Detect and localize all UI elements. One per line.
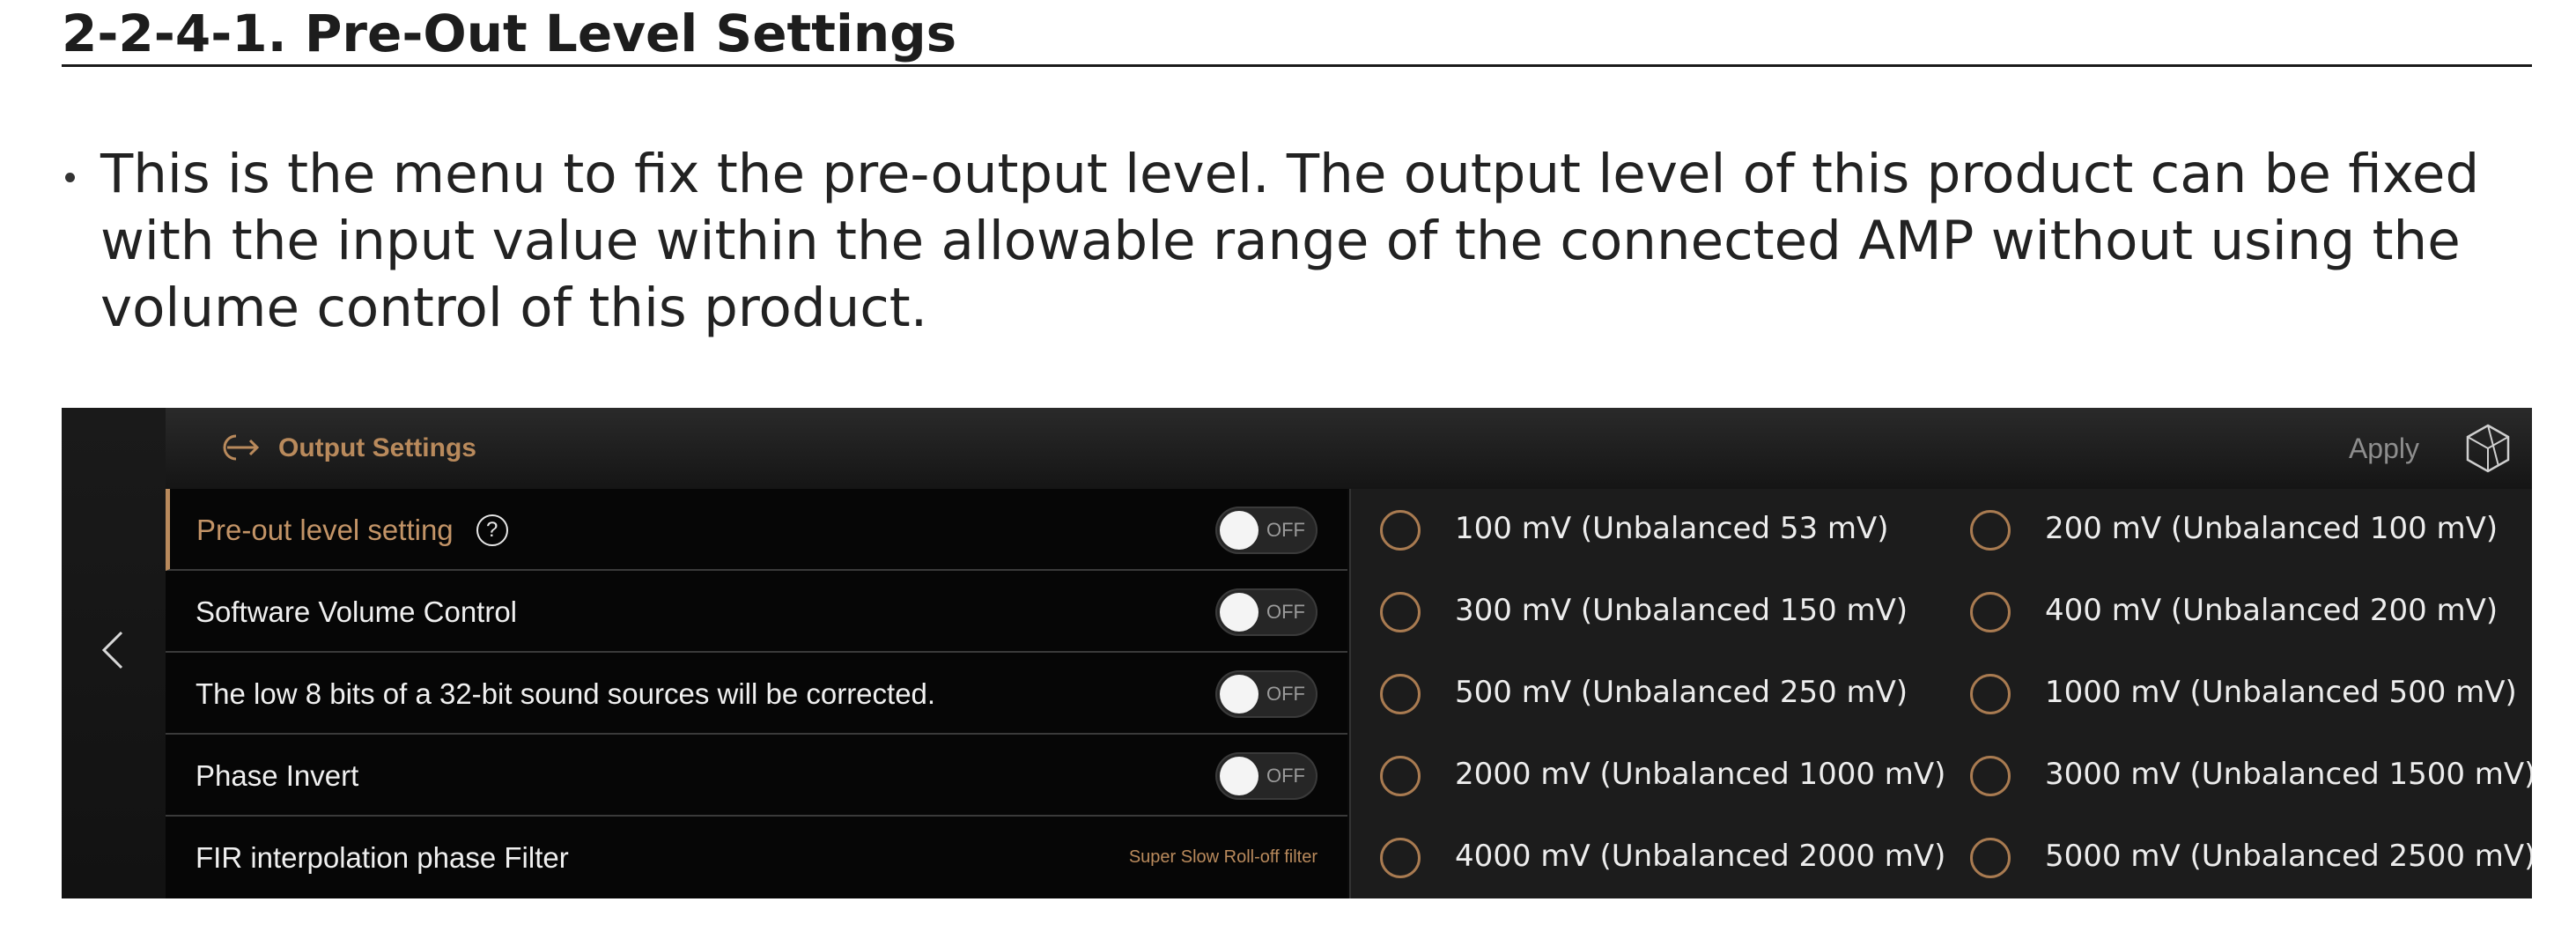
pre-out-option[interactable]: 2000 mV (Unbalanced 1000 mV) (1351, 735, 1945, 817)
toggle-state: OFF (1266, 601, 1305, 623)
option-label: 4000 mV (Unbalanced 2000 mV) (1455, 839, 1946, 874)
option-label: 5000 mV (Unbalanced 2500 mV) (2045, 839, 2532, 874)
pre-out-option[interactable]: 400 mV (Unbalanced 200 mV) (1941, 571, 2531, 653)
back-button[interactable] (92, 624, 136, 677)
setting-row-phase-invert[interactable]: Phase Invert OFF (166, 735, 1347, 817)
option-label: 2000 mV (Unbalanced 1000 mV) (1455, 757, 1946, 792)
pre-out-options-panel: 100 mV (Unbalanced 53 mV) 200 mV (Unbala… (1349, 489, 2532, 898)
option-label: 400 mV (Unbalanced 200 mV) (2045, 593, 2498, 628)
option-label: 3000 mV (Unbalanced 1500 mV) (2045, 757, 2532, 792)
header-title: Output Settings (278, 433, 476, 462)
section-heading: 2-2-4-1. Pre-Out Level Settings (62, 0, 2532, 67)
option-label: 500 mV (Unbalanced 250 mV) (1455, 675, 1908, 710)
pre-out-level-toggle[interactable]: OFF (1215, 506, 1318, 554)
bullet-dot (65, 173, 75, 182)
pre-out-option[interactable]: 100 mV (Unbalanced 53 mV) (1351, 489, 1941, 571)
setting-label: FIR interpolation phase Filter (196, 841, 569, 874)
radio-button[interactable] (1970, 756, 2011, 796)
pre-out-option[interactable]: 300 mV (Unbalanced 150 mV) (1351, 571, 1941, 653)
settings-list: Pre-out level setting? OFF Software Volu… (166, 489, 1347, 898)
setting-label: Pre-out level setting? (196, 489, 508, 571)
toggle-knob (1220, 511, 1258, 550)
pre-out-option[interactable]: 200 mV (Unbalanced 100 mV) (1941, 489, 2531, 571)
pre-out-option[interactable]: 5000 mV (Unbalanced 2500 mV) (1941, 817, 2532, 898)
phase-invert-toggle[interactable]: OFF (1215, 752, 1318, 800)
low-8-bits-toggle[interactable]: OFF (1215, 670, 1318, 718)
radio-button[interactable] (1970, 838, 2011, 878)
software-volume-toggle[interactable]: OFF (1215, 588, 1318, 636)
toggle-state: OFF (1266, 519, 1305, 541)
pre-out-option[interactable]: 3000 mV (Unbalanced 1500 mV) (1941, 735, 2532, 817)
radio-button[interactable] (1380, 838, 1421, 878)
setting-row-pre-out-level[interactable]: Pre-out level setting? OFF (166, 489, 1347, 571)
pre-out-option[interactable]: 1000 mV (Unbalanced 500 mV) (1941, 653, 2531, 735)
brand-logo-icon (2466, 424, 2510, 473)
radio-button[interactable] (1970, 674, 2011, 714)
output-arrow-icon (223, 434, 260, 461)
fir-filter-value[interactable]: Super Slow Roll-off filter (1129, 817, 1318, 898)
setting-row-software-volume[interactable]: Software Volume Control OFF (166, 571, 1347, 653)
toggle-knob (1220, 593, 1258, 632)
option-label: 300 mV (Unbalanced 150 mV) (1455, 593, 1908, 628)
setting-label: Phase Invert (196, 759, 359, 792)
toggle-state: OFF (1266, 765, 1305, 787)
radio-button[interactable] (1380, 674, 1421, 714)
setting-row-fir-filter[interactable]: FIR interpolation phase Filter Super Slo… (166, 817, 1347, 898)
setting-row-low-8-bits[interactable]: The low 8 bits of a 32-bit sound sources… (166, 653, 1347, 735)
radio-button[interactable] (1380, 756, 1421, 796)
option-label: 1000 mV (Unbalanced 500 mV) (2045, 675, 2517, 710)
help-icon[interactable]: ? (476, 514, 508, 547)
app-screenshot: Output Settings Apply Pre-out level sett… (62, 408, 2532, 898)
pre-out-option[interactable]: 500 mV (Unbalanced 250 mV) (1351, 653, 1941, 735)
option-label: 100 mV (Unbalanced 53 mV) (1455, 511, 1889, 546)
toggle-knob (1220, 675, 1258, 713)
setting-label: Software Volume Control (196, 595, 518, 628)
pre-out-option[interactable]: 4000 mV (Unbalanced 2000 mV) (1351, 817, 1945, 898)
header-bar: Output Settings Apply (166, 408, 2532, 489)
left-navigation-bar (62, 408, 166, 898)
radio-button[interactable] (1380, 592, 1421, 632)
radio-button[interactable] (1380, 510, 1421, 551)
apply-button[interactable]: Apply (2349, 408, 2419, 489)
toggle-state: OFF (1266, 683, 1305, 705)
toggle-knob (1220, 757, 1258, 795)
option-label: 200 mV (Unbalanced 100 mV) (2045, 511, 2498, 546)
radio-button[interactable] (1970, 510, 2011, 551)
chevron-left-icon (101, 631, 123, 669)
bullet-text: This is the menu to fix the pre-output l… (100, 143, 2480, 339)
radio-button[interactable] (1970, 592, 2011, 632)
setting-label: The low 8 bits of a 32-bit sound sources… (196, 677, 936, 710)
